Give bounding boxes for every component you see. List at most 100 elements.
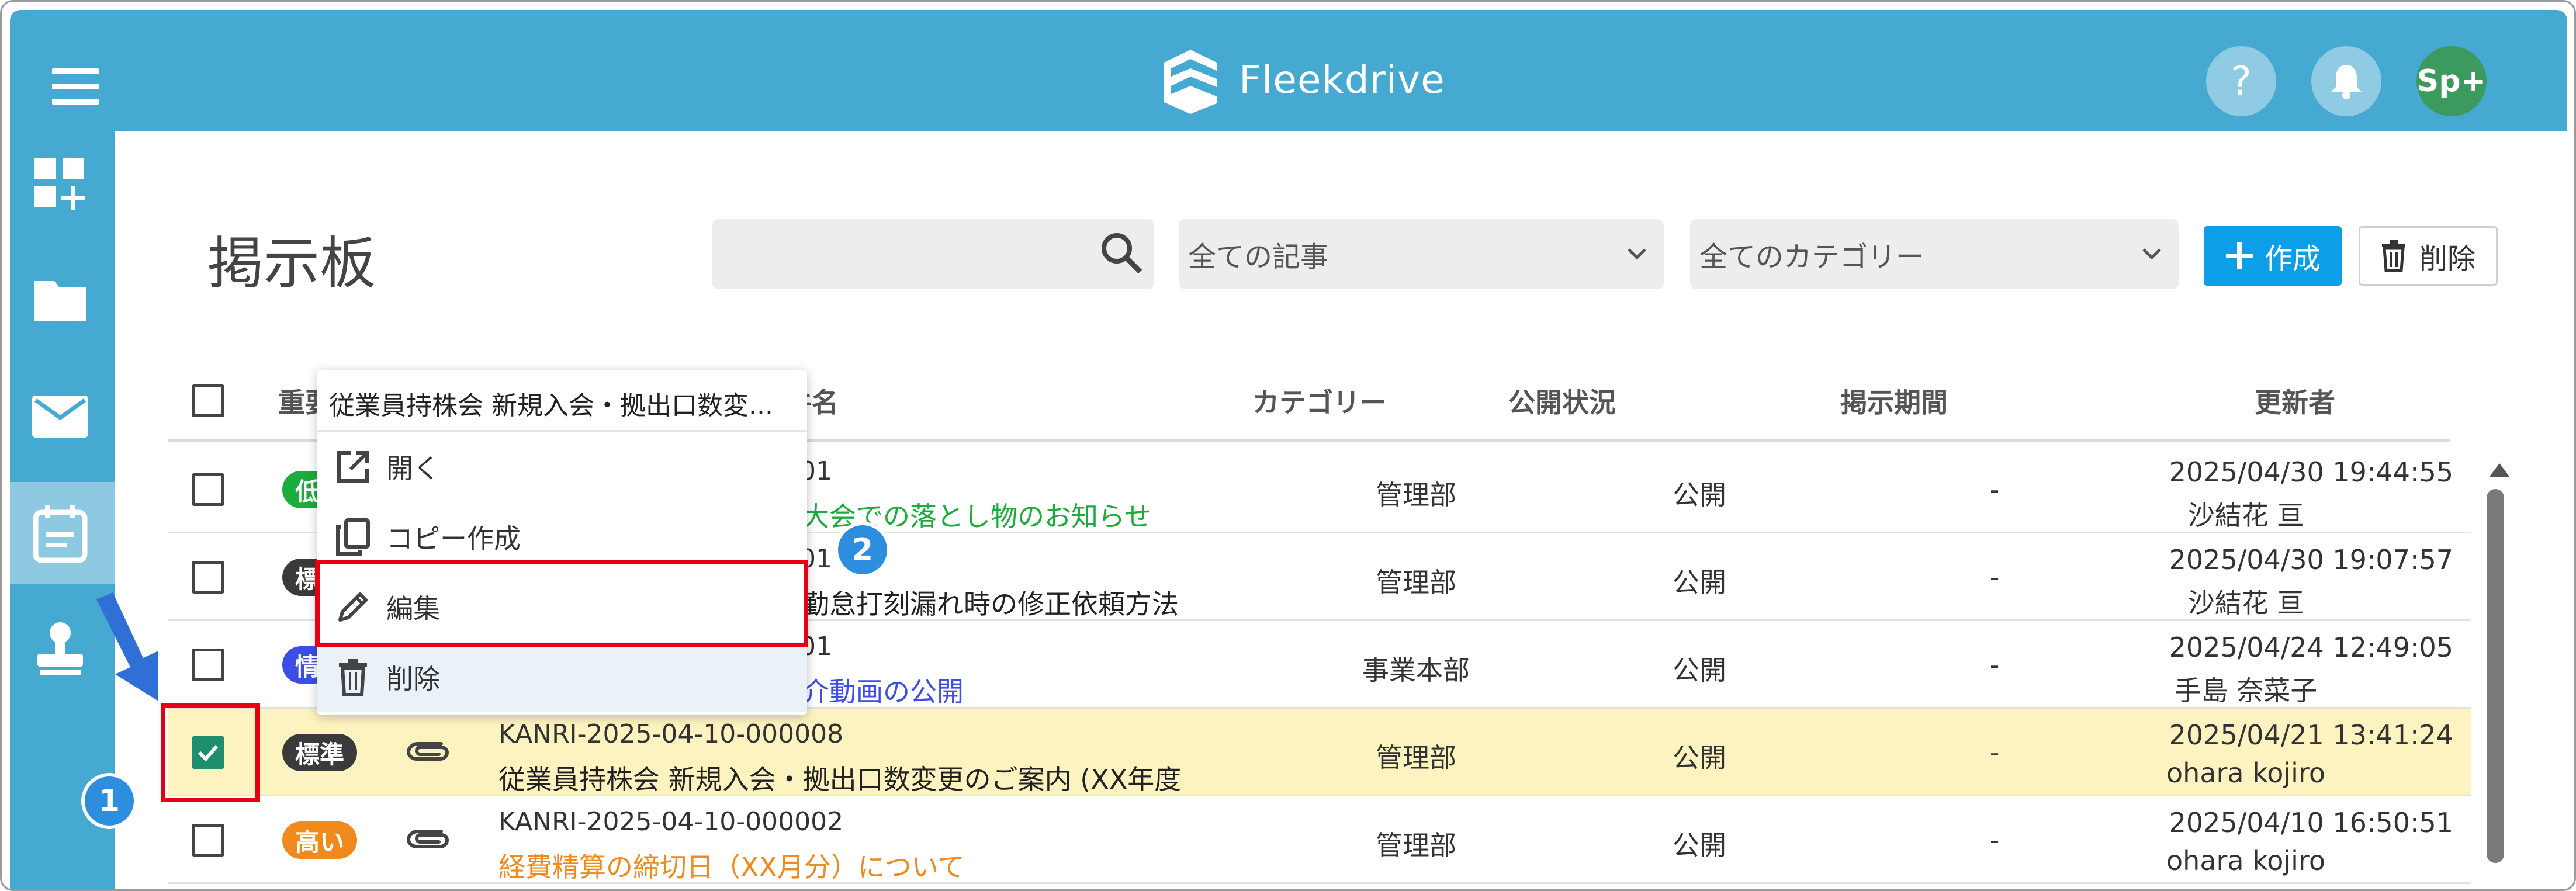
scroll-up-arrow-icon[interactable]: [2489, 463, 2510, 477]
period-cell: -: [1989, 824, 2000, 856]
updated-datetime: 2025/04/21 13:41:24: [2169, 719, 2453, 751]
article-filter-value: 全ての記事: [1188, 241, 1329, 273]
context-menu-title: 従業員持株会 新規入会・拠出口数変...: [329, 391, 773, 421]
sidebar-item-stamp[interactable]: [31, 620, 89, 678]
stamp-icon: [37, 622, 83, 675]
row-checkbox[interactable]: [192, 561, 224, 594]
fleekdrive-logo-icon: [1164, 50, 1217, 114]
column-header-updater[interactable]: 更新者: [2255, 382, 2335, 420]
updated-datetime: 2025/04/10 16:50:51: [2169, 807, 2453, 838]
category-cell: 管理部: [1376, 742, 1456, 774]
paperclip-icon: [406, 742, 449, 761]
document-code: KANRI-2025-04-10-000002: [498, 807, 844, 837]
sidebar-item-mail[interactable]: [31, 387, 89, 446]
help-icon: ?: [2230, 58, 2252, 105]
updated-datetime: 2025/04/30 19:07:57: [2169, 544, 2453, 575]
bulletin-board-icon: [33, 505, 88, 563]
delete-button-label: 削除: [2419, 242, 2475, 275]
page-title: 掲示板: [207, 231, 376, 296]
copy-icon: [336, 518, 370, 556]
plus-icon: [2225, 242, 2253, 269]
row-checkbox[interactable]: [192, 649, 224, 681]
trash-icon: [2381, 240, 2405, 272]
row-checkbox[interactable]: [192, 473, 224, 506]
category-cell: 管理部: [1376, 830, 1456, 861]
avatar-label: Sp+: [2416, 64, 2487, 99]
table-row[interactable]: 高い KANRI-2025-04-10-000002 経費精算の締切日（XX月分…: [168, 796, 2471, 884]
chevron-down-icon: [1628, 248, 1646, 260]
notification-button[interactable]: [2311, 46, 2381, 116]
category-cell: 管理部: [1376, 479, 1456, 511]
category-filter-select[interactable]: 全てのカテゴリー: [1690, 219, 2179, 289]
app-window: Fleekdrive ? Sp+ 掲示板 全ての記事 全てのカテゴリー 作成 削…: [0, 0, 2576, 891]
period-cell: -: [1989, 561, 2000, 593]
table-row-selected[interactable]: 標準 KANRI-2025-04-10-000008 従業員持株会 新規入会・拠…: [168, 709, 2471, 796]
document-code: KANRI-2025-04-10-000008: [498, 719, 844, 749]
category-filter-value: 全てのカテゴリー: [1699, 241, 1924, 273]
sidebar-item-folder[interactable]: [31, 271, 89, 329]
header-bar: Fleekdrive ? Sp+: [10, 10, 2567, 131]
menu-item-label: 開く: [386, 453, 440, 484]
column-header-status[interactable]: 公開状況: [1508, 382, 1616, 420]
trash-icon: [339, 659, 367, 696]
category-cell: 事業本部: [1362, 654, 1470, 686]
subject-link[interactable]: 介動画の公開: [802, 671, 964, 709]
status-cell: 公開: [1673, 567, 1726, 598]
updater-name: 手島 奈菜子: [2174, 675, 2318, 706]
select-all-checkbox[interactable]: [192, 384, 224, 417]
create-button[interactable]: 作成: [2204, 226, 2342, 286]
mail-icon: [32, 396, 88, 438]
vertical-scrollbar[interactable]: [2487, 489, 2504, 863]
row-checkbox[interactable]: [192, 824, 224, 857]
dashboard-add-icon: [34, 158, 85, 210]
sidebar-item-bulletin-board[interactable]: [31, 504, 89, 563]
app-name: Fleekdrive: [1239, 57, 1445, 102]
menu-item-delete[interactable]: 削除: [317, 642, 807, 712]
subject-link[interactable]: 経費精算の締切日（XX月分）について: [498, 846, 965, 885]
article-filter-select[interactable]: 全ての記事: [1179, 219, 1664, 289]
period-cell: -: [1989, 474, 2000, 505]
menu-item-label: コピー作成: [386, 523, 521, 554]
menu-item-label: 削除: [386, 663, 440, 695]
status-cell: 公開: [1673, 742, 1726, 774]
paperclip-icon: [406, 830, 449, 848]
create-button-label: 作成: [2264, 242, 2321, 275]
status-cell: 公開: [1673, 654, 1726, 686]
column-header-period[interactable]: 掲示期間: [1840, 382, 1948, 420]
updater-name: ohara kojiro: [2166, 757, 2325, 789]
search-icon[interactable]: [1099, 231, 1144, 275]
chevron-down-icon: [2142, 248, 2161, 260]
status-cell: 公開: [1673, 830, 1726, 861]
subject-link[interactable]: 従業員持株会 新規入会・拠出口数変更のご案内 (XX年度: [498, 758, 1181, 797]
folder-icon: [34, 281, 86, 321]
highlight-box-checkbox: [161, 703, 260, 802]
app-logo: Fleekdrive: [1158, 45, 1445, 114]
bell-icon: [2331, 65, 2362, 99]
highlight-box-edit: [315, 560, 808, 647]
updated-datetime: 2025/04/30 19:44:55: [2169, 456, 2453, 488]
updater-name: ohara kojiro: [2166, 845, 2325, 876]
step-badge-2: 2: [835, 522, 891, 578]
status-cell: 公開: [1673, 479, 1726, 511]
menu-item-open[interactable]: 開く: [317, 432, 807, 502]
step-badge-1: 1: [81, 773, 137, 829]
column-header-category[interactable]: カテゴリー: [1252, 382, 1387, 420]
subject-link[interactable]: 勤怠打刻漏れ時の修正依頼方法: [802, 583, 1179, 622]
updater-name: 沙結花 亘: [2187, 587, 2304, 619]
category-cell: 管理部: [1376, 567, 1456, 598]
importance-badge: 標準: [282, 734, 358, 771]
hamburger-menu-icon[interactable]: [52, 68, 99, 105]
help-button[interactable]: ?: [2206, 46, 2276, 116]
updater-name: 沙結花 亘: [2187, 500, 2304, 531]
updated-datetime: 2025/04/24 12:49:05: [2169, 632, 2453, 663]
period-cell: -: [1989, 737, 2000, 768]
delete-button[interactable]: 削除: [2359, 226, 2498, 286]
sidebar-item-dashboard[interactable]: [31, 155, 89, 213]
importance-badge: 高い: [282, 821, 358, 859]
period-cell: -: [1989, 649, 2000, 681]
open-external-icon: [337, 451, 369, 483]
context-menu: 従業員持株会 新規入会・拠出口数変... 開く コピー作成 編集 削除: [317, 370, 807, 715]
search-input[interactable]: [712, 219, 1154, 289]
user-avatar[interactable]: Sp+: [2416, 46, 2487, 116]
pointer-arrow-icon: [96, 592, 158, 701]
